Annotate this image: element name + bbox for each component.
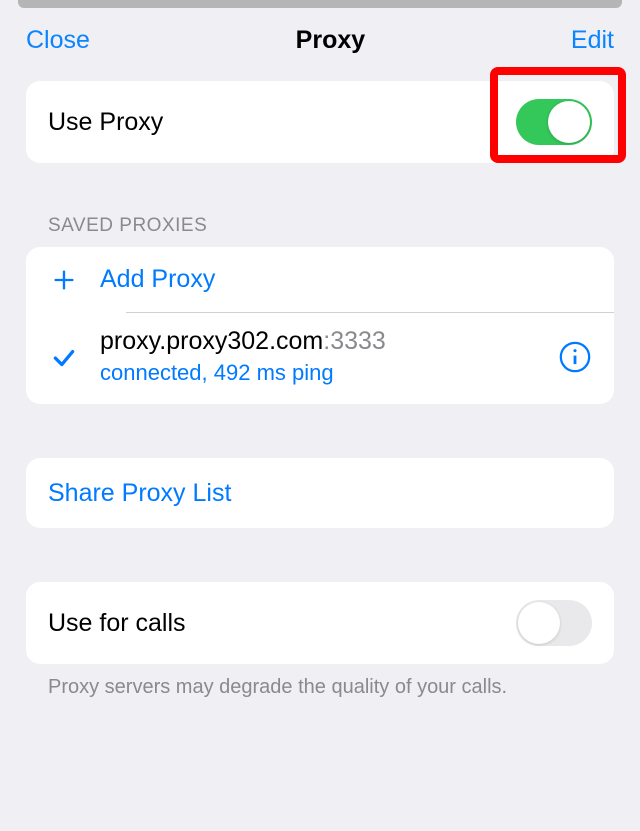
- share-proxy-label: Share Proxy List: [48, 479, 231, 508]
- page-title: Proxy: [296, 26, 365, 55]
- use-for-calls-card: Use for calls: [26, 582, 614, 664]
- use-proxy-label: Use Proxy: [48, 108, 516, 137]
- use-for-calls-toggle[interactable]: [516, 600, 592, 646]
- edit-button[interactable]: Edit: [571, 26, 614, 55]
- use-for-calls-label: Use for calls: [48, 609, 516, 638]
- plus-icon: [48, 266, 80, 294]
- share-card: Share Proxy List: [26, 458, 614, 528]
- proxy-port: :3333: [323, 327, 386, 355]
- proxy-item-row[interactable]: proxy.proxy302.com:3333 connected, 492 m…: [26, 313, 614, 404]
- toggle-knob: [548, 101, 590, 143]
- use-proxy-card: Use Proxy: [26, 81, 614, 163]
- toggle-knob: [518, 602, 560, 644]
- use-proxy-row: Use Proxy: [26, 81, 614, 163]
- info-icon[interactable]: [558, 340, 592, 374]
- header-bar: Close Proxy Edit: [0, 8, 640, 81]
- saved-proxies-card: Add Proxy proxy.proxy302.com:3333 connec…: [26, 247, 614, 404]
- calls-footer-text: Proxy servers may degrade the quality of…: [26, 664, 614, 699]
- use-for-calls-row: Use for calls: [26, 582, 614, 664]
- sheet-handle-shadow: [18, 0, 622, 8]
- saved-proxies-header: SAVED PROXIES: [26, 215, 614, 247]
- check-icon: [48, 344, 80, 370]
- use-proxy-toggle[interactable]: [516, 99, 592, 145]
- proxy-info: proxy.proxy302.com:3333 connected, 492 m…: [100, 327, 558, 386]
- add-proxy-label: Add Proxy: [100, 265, 215, 294]
- close-button[interactable]: Close: [26, 26, 90, 55]
- proxy-host: proxy.proxy302.com: [100, 327, 323, 355]
- share-proxy-row[interactable]: Share Proxy List: [26, 458, 614, 528]
- add-proxy-row[interactable]: Add Proxy: [26, 247, 614, 312]
- proxy-status: connected, 492 ms ping: [100, 360, 558, 386]
